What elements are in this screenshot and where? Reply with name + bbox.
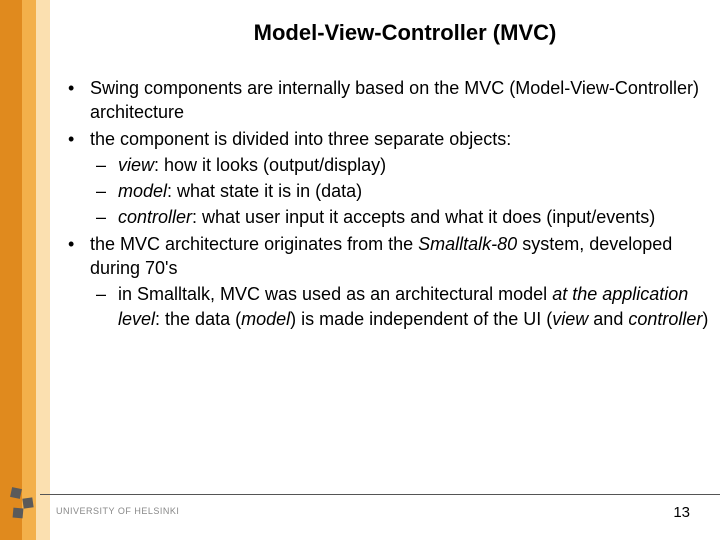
- sub-list: in Smalltalk, MVC was used as an archite…: [90, 282, 710, 331]
- footer-divider: [40, 494, 720, 495]
- sub-item: in Smalltalk, MVC was used as an archite…: [90, 282, 710, 331]
- bullet-text: the component is divided into three sepa…: [90, 129, 511, 149]
- university-logo-icon: [5, 486, 45, 526]
- bullet-item: the component is divided into three sepa…: [60, 127, 710, 230]
- term-controller: controller: [118, 207, 192, 227]
- sub-item: controller: what user input it accepts a…: [90, 205, 710, 229]
- sub-item: model: what state it is in (data): [90, 179, 710, 203]
- sub-item: view: how it looks (output/display): [90, 153, 710, 177]
- bullet-text: Swing components are internally based on…: [90, 78, 699, 122]
- university-label: UNIVERSITY OF HELSINKI: [56, 506, 179, 516]
- term-smalltalk: Smalltalk-80: [418, 234, 517, 254]
- term-model: model: [118, 181, 167, 201]
- slide-content: Model-View-Controller (MVC) Swing compon…: [60, 20, 710, 333]
- slide-title: Model-View-Controller (MVC): [60, 20, 710, 46]
- sidebar-accent: [0, 0, 50, 540]
- term-view: view: [118, 155, 154, 175]
- sub-list: view: how it looks (output/display) mode…: [90, 153, 710, 230]
- footer: UNIVERSITY OF HELSINKI 13: [0, 494, 720, 534]
- bullet-item: Swing components are internally based on…: [60, 76, 710, 125]
- bullet-list: Swing components are internally based on…: [60, 76, 710, 331]
- bullet-item: the MVC architecture originates from the…: [60, 232, 710, 331]
- page-number: 13: [673, 504, 690, 521]
